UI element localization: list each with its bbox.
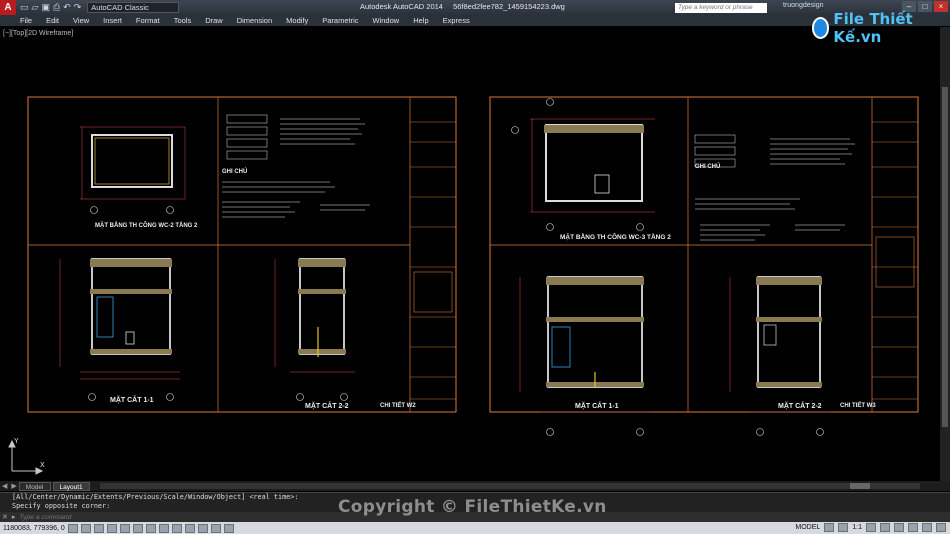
polar-tracking-icon[interactable] [107,523,117,533]
search-input[interactable]: Type a keyword or phrase [675,3,767,13]
sheet-1-detail-title: CHI TIẾT W2 [380,403,416,409]
viewport-label[interactable]: [−][Top][2D Wireframe] [3,30,73,37]
undo-icon[interactable]: ↶ [63,2,71,13]
user-signin[interactable]: truongdesign [783,2,823,9]
command-input[interactable] [19,513,320,521]
sheet-2-detail-title: CHI TIẾT W3 [840,403,876,409]
workspace-switching-icon[interactable] [880,523,890,532]
ortho-mode-icon[interactable] [94,523,104,533]
vertical-scroll-thumb[interactable] [942,87,948,427]
title-bar: A ▭ ▱ ▣ ⎙ ↶ ↷ AutoCAD Classic Autodesk A… [0,0,950,15]
snap-mode-icon[interactable] [68,523,78,533]
object-snap-icon[interactable] [120,523,130,533]
sheet-1-section1-title: MẶT CẮT 1-1 [110,397,154,404]
menu-file[interactable]: File [20,16,32,25]
status-right: MODEL 1:1 [795,523,946,532]
menu-express[interactable]: Express [443,16,470,25]
autocad-logo-icon[interactable]: A [0,0,16,15]
sheet-2 [489,96,919,436]
menu-view[interactable]: View [73,16,89,25]
lineweight-icon[interactable] [185,523,195,533]
clean-screen-icon[interactable] [936,523,946,532]
hardware-acceleration-icon[interactable] [908,523,918,532]
menu-window[interactable]: Window [373,16,400,25]
dynamic-ucs-icon[interactable] [159,523,169,533]
menu-tools[interactable]: Tools [174,16,192,25]
vertical-scrollbar[interactable] [940,27,950,481]
menu-format[interactable]: Format [136,16,160,25]
horizontal-scroll-thumb[interactable] [850,483,870,489]
transparency-icon[interactable] [198,523,208,533]
new-file-icon[interactable]: ▭ [20,2,29,13]
drawing-canvas[interactable]: Y X MẶT BẰNG TH CÔNG WC-2 TẦNG 2 GHI CHÚ… [0,27,940,481]
sheet-2-section2-title: MẶT CẮT 2-2 [778,403,822,410]
menu-bar: File Edit View Insert Format Tools Draw … [0,15,950,26]
tab-model[interactable]: Model [18,481,51,491]
layout-tabs: ◀ ▶ Model Layout1 [0,481,950,491]
grid-display-icon[interactable] [81,523,91,533]
close-icon[interactable]: × [934,1,948,12]
model-space-button[interactable]: MODEL [795,524,820,531]
menu-draw[interactable]: Draw [205,16,223,25]
file-name: 56f8ed2fee782_1459154223.dwg [453,2,565,11]
sheet-1-notes-title: GHI CHÚ [222,169,248,175]
quick-properties-icon[interactable] [211,523,221,533]
cursor-coordinates: 1180083, 779396, 0 [3,524,65,532]
menu-parametric[interactable]: Parametric [322,16,358,25]
menu-insert[interactable]: Insert [103,16,122,25]
save-icon[interactable]: ▣ [41,2,50,13]
dynamic-input-icon[interactable] [172,523,182,533]
workspace-select[interactable]: AutoCAD Classic [87,2,180,13]
menu-help[interactable]: Help [413,16,428,25]
print-icon[interactable]: ⎙ [53,2,60,13]
lock-icon[interactable] [894,523,904,532]
3d-object-snap-icon[interactable] [133,523,143,533]
sheet-2-notes-title: GHI CHÚ [695,164,721,170]
quick-access-toolbar: ▭ ▱ ▣ ⎙ ↶ ↷ [20,2,81,13]
tab-layout1[interactable]: Layout1 [52,481,90,491]
redo-icon[interactable]: ↷ [74,2,82,13]
window-title: Autodesk AutoCAD 2014 56f8ed2fee782_1459… [360,2,565,11]
tab-prev-icon[interactable]: ◀ [2,482,7,490]
quick-view-drawings-icon[interactable] [838,523,849,532]
sheet-2-section1-title: MẶT CẮT 1-1 [575,403,619,410]
annotation-scale[interactable]: 1:1 [852,524,862,531]
horizontal-scrollbar[interactable] [100,483,920,489]
quick-view-layouts-icon[interactable] [824,523,835,532]
copyright-watermark: Copyright © FileThietKe.vn [338,497,607,517]
object-snap-tracking-icon[interactable] [146,523,156,533]
menu-dimension[interactable]: Dimension [237,16,272,25]
sheet-1-plan-title: MẶT BẰNG TH CÔNG WC-2 TẦNG 2 [95,223,198,229]
svg-text:X: X [40,462,45,469]
isolate-objects-icon[interactable] [922,523,932,532]
selection-cycling-icon[interactable] [224,523,234,533]
svg-text:Y: Y [14,438,19,445]
annotation-visibility-icon[interactable] [866,523,876,532]
ucs-icon [8,439,44,475]
status-bar: 1180083, 779396, 0 MODEL 1:1 [0,522,950,534]
drafting-toggles [68,523,234,533]
close-command-icon[interactable]: ✕ [2,513,8,521]
menu-edit[interactable]: Edit [46,16,59,25]
menu-modify[interactable]: Modify [286,16,308,25]
sheet-1-section2-title: MẶT CẮT 2-2 [305,403,349,410]
sheet-2-plan-title: MẶT BẰNG TH CÔNG WC-3 TẦNG 2 [560,234,671,241]
command-prompt-icon[interactable]: ▸ [12,513,16,521]
sheet-1 [27,96,457,413]
app-name: Autodesk AutoCAD 2014 [360,2,443,11]
open-file-icon[interactable]: ▱ [32,2,39,13]
tab-next-icon[interactable]: ▶ [11,482,16,490]
